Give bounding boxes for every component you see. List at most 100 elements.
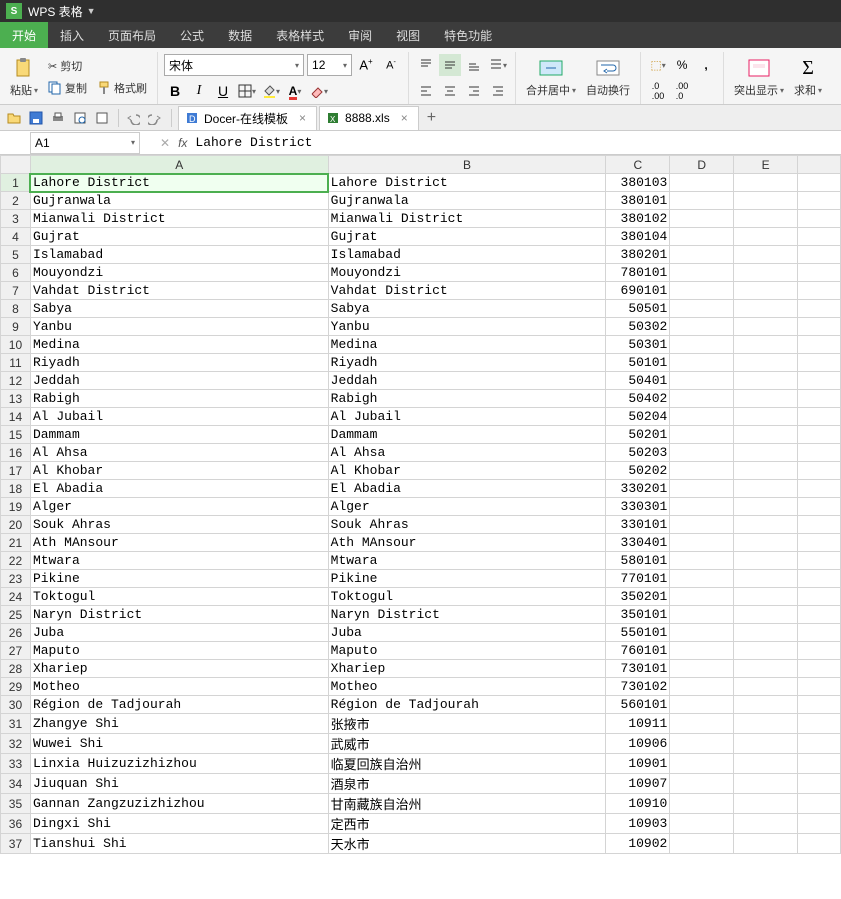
cell[interactable] xyxy=(670,246,734,264)
cell[interactable]: Lahore District xyxy=(30,174,328,192)
indent-button[interactable] xyxy=(487,80,509,102)
cell[interactable] xyxy=(798,282,841,300)
row-header[interactable]: 24 xyxy=(1,588,31,606)
cell[interactable] xyxy=(734,696,798,714)
cell[interactable] xyxy=(798,354,841,372)
row-header[interactable]: 22 xyxy=(1,552,31,570)
menu-table-style[interactable]: 表格样式 xyxy=(264,22,336,48)
cell[interactable] xyxy=(798,552,841,570)
cell[interactable] xyxy=(734,834,798,854)
cancel-icon[interactable]: ✕ xyxy=(160,136,170,150)
row-header[interactable]: 34 xyxy=(1,774,31,794)
cell[interactable]: Dingxi Shi xyxy=(30,814,328,834)
cell[interactable] xyxy=(798,192,841,210)
sum-button[interactable]: Σ 求和▾ xyxy=(790,54,826,100)
align-right-button[interactable] xyxy=(463,80,485,102)
cell[interactable]: Dammam xyxy=(30,426,328,444)
row-header[interactable]: 10 xyxy=(1,336,31,354)
cell[interactable]: Motheo xyxy=(328,678,606,696)
cell[interactable] xyxy=(734,714,798,734)
cell[interactable]: 330401 xyxy=(606,534,670,552)
cell[interactable] xyxy=(798,264,841,282)
cell[interactable] xyxy=(670,192,734,210)
cell[interactable]: Ath MAnsour xyxy=(328,534,606,552)
cell[interactable]: El Abadia xyxy=(30,480,328,498)
cell[interactable] xyxy=(734,552,798,570)
cell[interactable]: Naryn District xyxy=(30,606,328,624)
cell[interactable]: Région de Tadjourah xyxy=(328,696,606,714)
cell[interactable] xyxy=(670,642,734,660)
cell[interactable] xyxy=(734,444,798,462)
row-header[interactable]: 18 xyxy=(1,480,31,498)
cell[interactable]: Pikine xyxy=(30,570,328,588)
cell[interactable]: 10902 xyxy=(606,834,670,854)
row-header[interactable]: 21 xyxy=(1,534,31,552)
cell[interactable]: 50101 xyxy=(606,354,670,372)
redo-button[interactable] xyxy=(145,108,165,128)
cell[interactable] xyxy=(670,606,734,624)
cell[interactable]: Juba xyxy=(30,624,328,642)
formula-input[interactable] xyxy=(195,135,695,150)
cell[interactable]: Ath MAnsour xyxy=(30,534,328,552)
row-header[interactable]: 3 xyxy=(1,210,31,228)
clear-format-button[interactable]: ▾ xyxy=(308,80,330,102)
cell[interactable]: 380101 xyxy=(606,192,670,210)
cell[interactable] xyxy=(670,318,734,336)
cell[interactable] xyxy=(670,588,734,606)
cell[interactable] xyxy=(798,774,841,794)
cell[interactable] xyxy=(798,714,841,734)
cell[interactable]: Medina xyxy=(30,336,328,354)
copy-button[interactable]: 复制 xyxy=(44,78,91,98)
cell[interactable]: 50302 xyxy=(606,318,670,336)
cell[interactable] xyxy=(798,462,841,480)
column-header[interactable]: D xyxy=(670,156,734,174)
fill-color-button[interactable]: ▾ xyxy=(260,80,282,102)
menu-data[interactable]: 数据 xyxy=(216,22,264,48)
cell[interactable] xyxy=(734,570,798,588)
cell[interactable]: Maputo xyxy=(328,642,606,660)
cell[interactable]: 350101 xyxy=(606,606,670,624)
cell[interactable] xyxy=(670,390,734,408)
cell[interactable] xyxy=(734,282,798,300)
decrease-font-button[interactable]: A- xyxy=(380,54,402,76)
cell[interactable]: 50402 xyxy=(606,390,670,408)
cell[interactable]: 690101 xyxy=(606,282,670,300)
cell[interactable] xyxy=(734,754,798,774)
column-header[interactable]: E xyxy=(734,156,798,174)
cell[interactable] xyxy=(798,480,841,498)
cell[interactable]: Riyadh xyxy=(328,354,606,372)
row-header[interactable]: 35 xyxy=(1,794,31,814)
cell[interactable] xyxy=(734,336,798,354)
menu-formula[interactable]: 公式 xyxy=(168,22,216,48)
cell[interactable]: Al Jubail xyxy=(30,408,328,426)
cell[interactable]: Yanbu xyxy=(30,318,328,336)
format-painter-button[interactable]: 格式刷 xyxy=(93,78,151,98)
cell[interactable]: 10906 xyxy=(606,734,670,754)
cell[interactable] xyxy=(670,426,734,444)
italic-button[interactable]: I xyxy=(188,80,210,102)
cell[interactable]: Gannan Zangzuzizhizhou xyxy=(30,794,328,814)
cell[interactable] xyxy=(798,754,841,774)
cell[interactable]: Al Khobar xyxy=(30,462,328,480)
name-box[interactable]: A1▾ xyxy=(30,132,140,154)
cell[interactable]: Sabya xyxy=(328,300,606,318)
cell[interactable] xyxy=(798,336,841,354)
cell[interactable]: 580101 xyxy=(606,552,670,570)
cell[interactable]: Mianwali District xyxy=(30,210,328,228)
cell[interactable] xyxy=(670,570,734,588)
cell[interactable] xyxy=(670,834,734,854)
cell[interactable] xyxy=(670,498,734,516)
cell[interactable] xyxy=(670,264,734,282)
cell[interactable]: Mianwali District xyxy=(328,210,606,228)
cell[interactable]: Gujrat xyxy=(30,228,328,246)
cell[interactable]: Vahdat District xyxy=(30,282,328,300)
cell[interactable] xyxy=(734,192,798,210)
cell[interactable] xyxy=(734,462,798,480)
menu-view[interactable]: 视图 xyxy=(384,22,432,48)
cell[interactable]: Toktogul xyxy=(30,588,328,606)
cell[interactable] xyxy=(798,534,841,552)
cell[interactable]: Région de Tadjourah xyxy=(30,696,328,714)
cell[interactable] xyxy=(734,174,798,192)
column-header[interactable]: B xyxy=(328,156,606,174)
cell[interactable]: 10901 xyxy=(606,754,670,774)
